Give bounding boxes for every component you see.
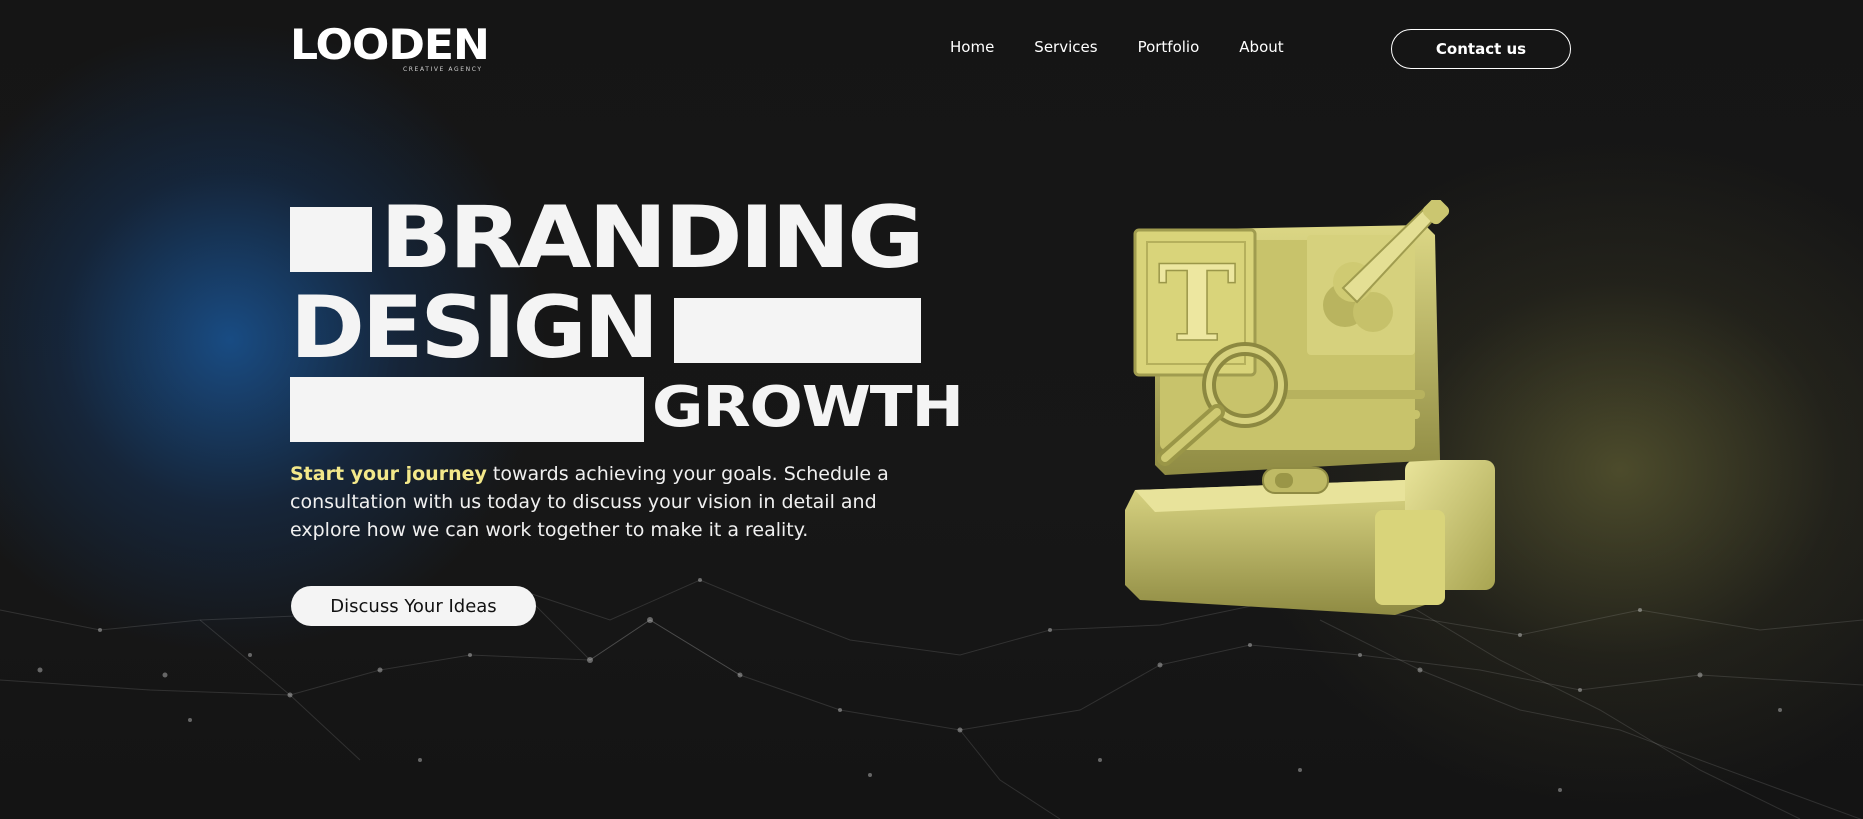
nav-item-services[interactable]: Services (1034, 38, 1097, 56)
contact-us-button[interactable]: Contact us (1391, 29, 1571, 69)
discuss-ideas-button[interactable]: Discuss Your Ideas (291, 586, 536, 626)
headline-growth: GROWTH (652, 375, 964, 440)
headline-block-1 (290, 207, 372, 272)
main-nav: Home Services Portfolio About (950, 38, 1284, 56)
nav-item-about[interactable]: About (1239, 38, 1283, 56)
headline-block-2 (674, 298, 921, 363)
headline-branding: BRANDING (380, 188, 925, 288)
design-tools-3d-illustration: T (1125, 200, 1495, 615)
nav-item-portfolio[interactable]: Portfolio (1138, 38, 1200, 56)
nav-item-home[interactable]: Home (950, 38, 994, 56)
site-header: LOODEN CREATIVE AGENCY Home Services Por… (0, 0, 1863, 100)
headline-design: DESIGN (290, 278, 659, 378)
description-highlight: Start your journey (290, 463, 487, 485)
t-letter-icon: T (1158, 241, 1236, 365)
brand-logo[interactable]: LOODEN CREATIVE AGENCY (290, 24, 490, 76)
logo-wordmark: LOODEN (290, 20, 490, 69)
logo-tagline: CREATIVE AGENCY (403, 66, 483, 73)
network-mesh-decoration (0, 578, 1863, 819)
headline-block-3 (290, 377, 644, 442)
hero-description: Start your journey towards achieving you… (290, 460, 930, 544)
